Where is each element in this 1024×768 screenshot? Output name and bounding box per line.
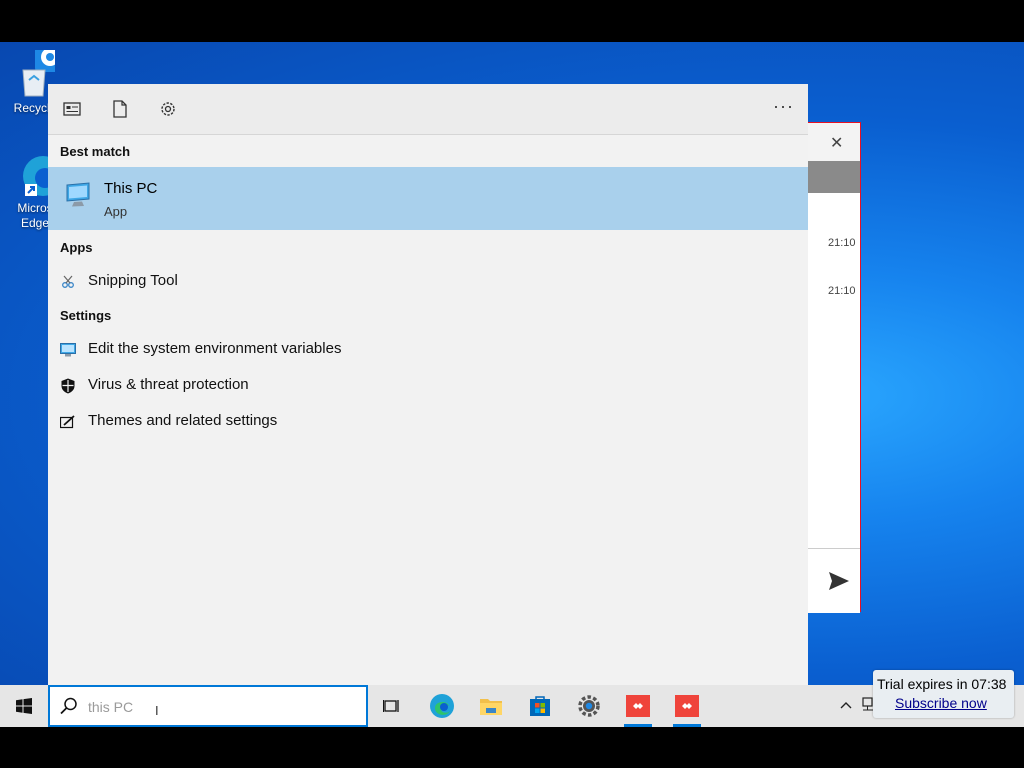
search-results-panel: ··· Best match This PC App Apps Snipping… [48,84,808,685]
best-match-result[interactable]: This PC App [48,167,808,230]
taskbar-search-box[interactable]: I [48,685,368,727]
taskbar: I [0,685,1024,727]
search-input[interactable] [88,696,348,718]
apps-filter-icon[interactable] [62,99,82,119]
more-options-icon[interactable]: ··· [773,96,794,117]
best-match-title: This PC [104,180,158,197]
result-label: Themes and related settings [88,412,278,429]
chat-window-bar [808,161,860,193]
task-view-icon [383,700,399,712]
this-pc-icon [66,182,90,207]
documents-filter-icon[interactable] [110,99,130,119]
taskbar-store[interactable] [523,690,557,722]
trial-expiry-text: Trial expires in 07:38 [877,676,1007,692]
result-label: Edit the system environment variables [88,340,342,357]
result-label: Virus & threat protection [88,376,249,393]
system-properties-icon [60,342,76,358]
result-themes-related-settings[interactable]: Themes and related settings [48,407,808,437]
show-hidden-icons-chevron-up-icon[interactable] [840,697,852,712]
chat-window-header: ✕ [808,123,860,161]
taskbar-file-explorer[interactable] [474,690,508,722]
task-view-button[interactable] [375,690,409,722]
anydesk-icon [675,695,699,717]
taskbar-anydesk-1[interactable] [621,690,655,727]
subscribe-link[interactable]: Subscribe now [895,695,987,711]
search-icon [60,697,77,715]
bottom-letterbox [0,727,1024,768]
edge-icon [430,694,454,718]
send-icon[interactable] [828,571,850,591]
close-icon[interactable]: ✕ [830,133,843,153]
best-match-subtitle: App [104,204,128,219]
store-icon [530,696,550,716]
chat-window: ✕ 21:10 21:10 [808,122,861,613]
result-virus-threat-protection[interactable]: Virus & threat protection [48,371,808,401]
snipping-tool-icon [60,274,76,290]
settings-header: Settings [60,308,112,323]
apps-header: Apps [60,240,93,255]
themes-icon [60,414,76,430]
start-button[interactable] [0,685,48,727]
file-explorer-icon [480,699,502,715]
windows-logo-icon [16,698,32,714]
result-label: Snipping Tool [88,272,178,289]
text-cursor-icon: I [155,703,159,718]
taskbar-edge[interactable] [425,690,459,722]
shield-icon [60,378,76,394]
result-snipping-tool[interactable]: Snipping Tool [48,267,808,297]
taskbar-anydesk-2[interactable] [670,690,704,727]
chat-input-area [808,548,860,613]
message-time: 21:10 [828,285,856,297]
trial-notice: Trial expires in 07:38 Subscribe now [873,670,1014,718]
taskbar-settings[interactable] [572,690,606,722]
top-letterbox [0,0,1024,42]
search-toolbar: ··· [48,84,808,135]
best-match-header: Best match [60,144,131,159]
settings-icon [578,695,600,717]
anydesk-icon [626,695,650,717]
settings-filter-icon[interactable] [158,99,178,119]
message-time: 21:10 [828,237,856,249]
result-edit-environment-variables[interactable]: Edit the system environment variables [48,335,808,365]
